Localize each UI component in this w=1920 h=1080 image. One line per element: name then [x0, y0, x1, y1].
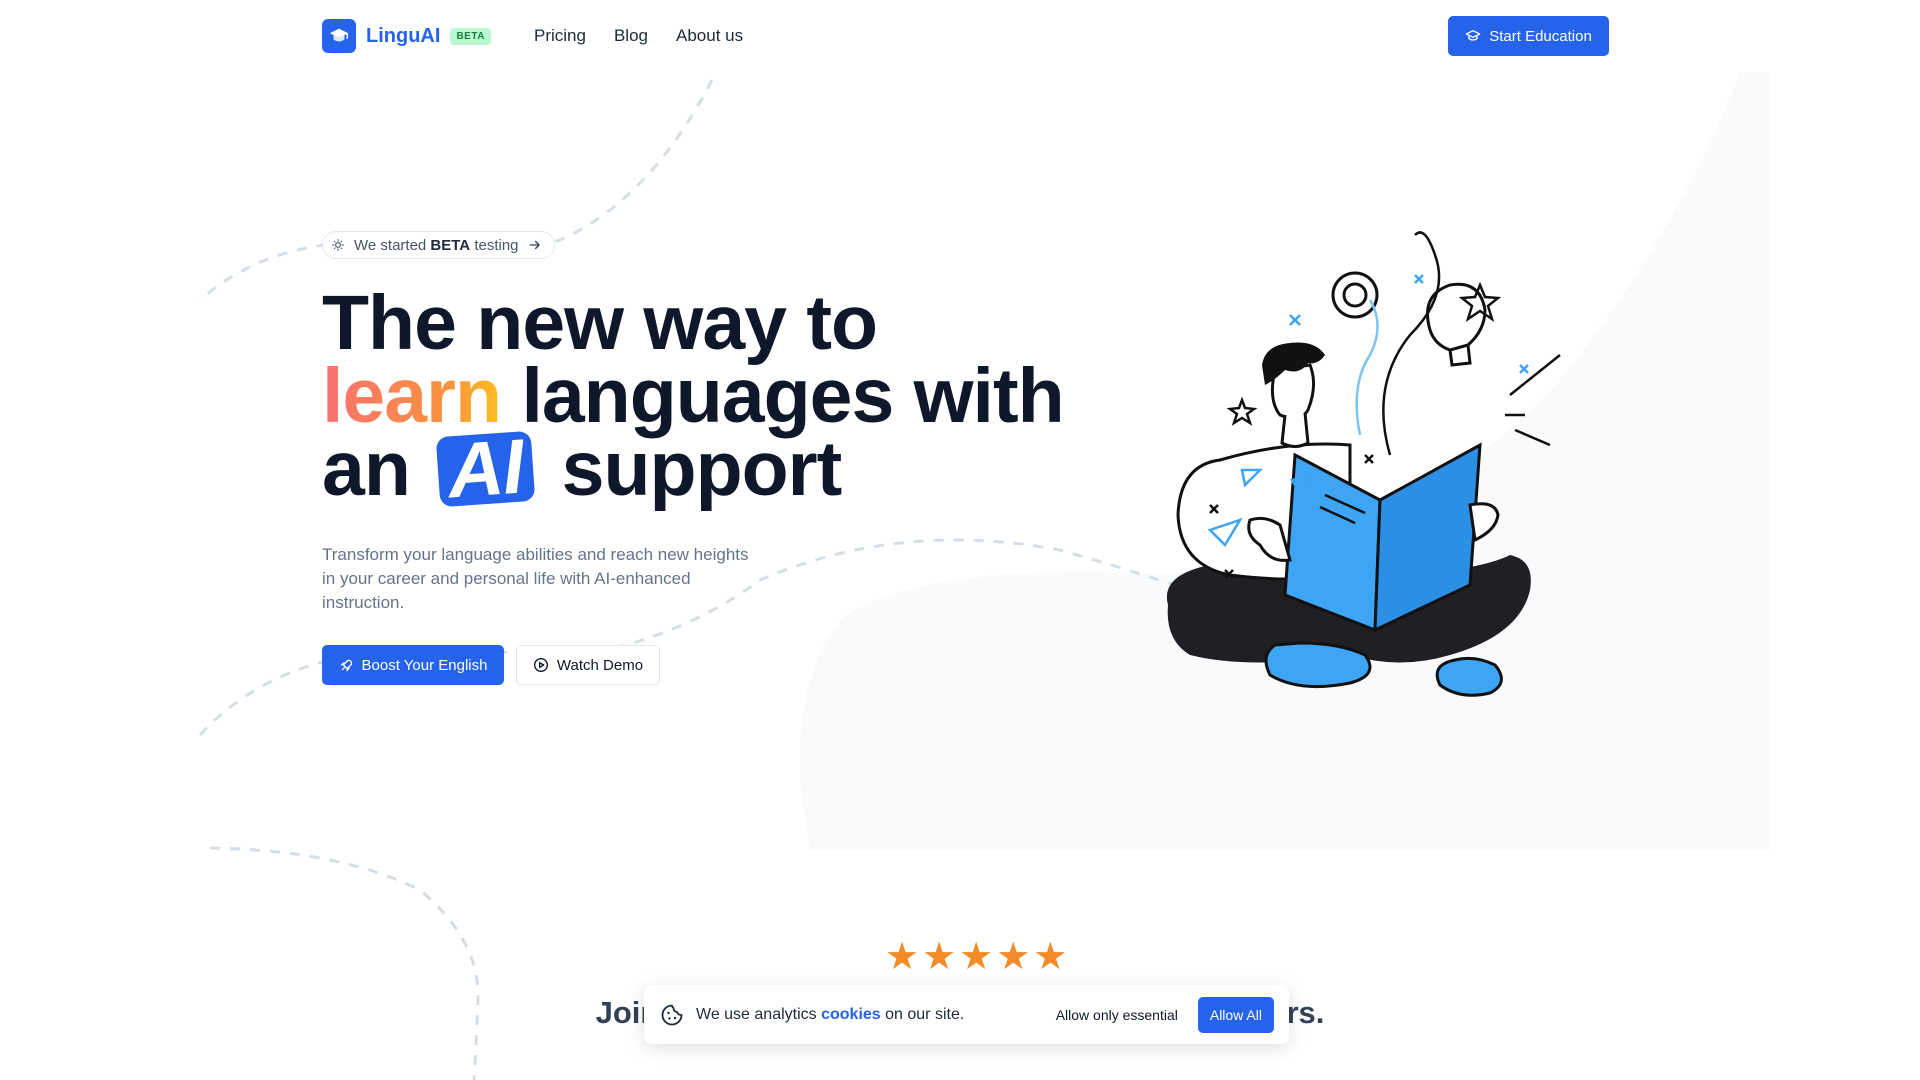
- star-icon: ★: [885, 936, 920, 978]
- allow-all-button[interactable]: Allow All: [1197, 996, 1274, 1033]
- cookie-icon: [661, 1004, 683, 1025]
- play-circle-icon: [533, 658, 548, 672]
- beta-badge: BETA: [450, 27, 491, 45]
- nav-pricing[interactable]: Pricing: [534, 26, 586, 46]
- rating-stars: ★ ★ ★ ★ ★: [885, 938, 1067, 976]
- main-nav: Pricing Blog About us: [534, 26, 743, 46]
- ai-badge: AI: [435, 423, 536, 515]
- hero-title-line-1: The new way to: [322, 280, 878, 366]
- star-icon: ★: [1033, 936, 1068, 978]
- brand-name: LinguAI: [366, 24, 441, 47]
- beta-pill-text: We started BETA testing: [354, 236, 519, 254]
- graduation-cap-icon: [1465, 30, 1481, 41]
- brand-logo[interactable]: LinguAI BETA: [322, 19, 491, 53]
- nav-blog[interactable]: Blog: [614, 26, 648, 46]
- allow-essential-button[interactable]: Allow only essential: [1046, 997, 1188, 1033]
- cookie-banner: We use analytics cookies on our site. Al…: [644, 985, 1289, 1044]
- hero-title-line-2: learn languages with: [322, 353, 1065, 439]
- beta-announcement-pill[interactable]: We started BETA testing: [322, 231, 555, 259]
- cookie-message: We use analytics cookies on our site.: [696, 1005, 965, 1023]
- cookies-link[interactable]: cookies: [821, 1006, 881, 1023]
- star-icon: ★: [996, 936, 1031, 978]
- arrow-right-icon: [529, 240, 540, 250]
- hero-subtitle: Transform your language abilities and re…: [322, 545, 749, 612]
- hero-illustration: [1166, 231, 1561, 697]
- hero-title: The new way to learn languages with an A…: [322, 280, 1065, 515]
- graduation-cap-icon: [322, 19, 356, 53]
- site-header: LinguAI BETA Pricing Blog About us Start…: [0, 0, 1920, 72]
- watch-demo-label: Watch Demo: [556, 656, 644, 674]
- nav-about-us[interactable]: About us: [676, 26, 743, 46]
- star-icon: ★: [922, 936, 957, 978]
- hero-title-line-3: an AI support: [322, 423, 842, 515]
- boost-english-button[interactable]: Boost Your English: [322, 645, 504, 685]
- watch-demo-button[interactable]: Watch Demo: [516, 645, 660, 685]
- star-icon: ★: [959, 936, 994, 978]
- sparkle-icon: [332, 239, 344, 251]
- background-decoration: [198, 72, 1770, 1080]
- rocket-icon: [339, 659, 352, 672]
- start-education-label: Start Education: [1489, 27, 1592, 45]
- start-education-button[interactable]: Start Education: [1448, 16, 1609, 56]
- boost-english-label: Boost Your English: [361, 656, 488, 674]
